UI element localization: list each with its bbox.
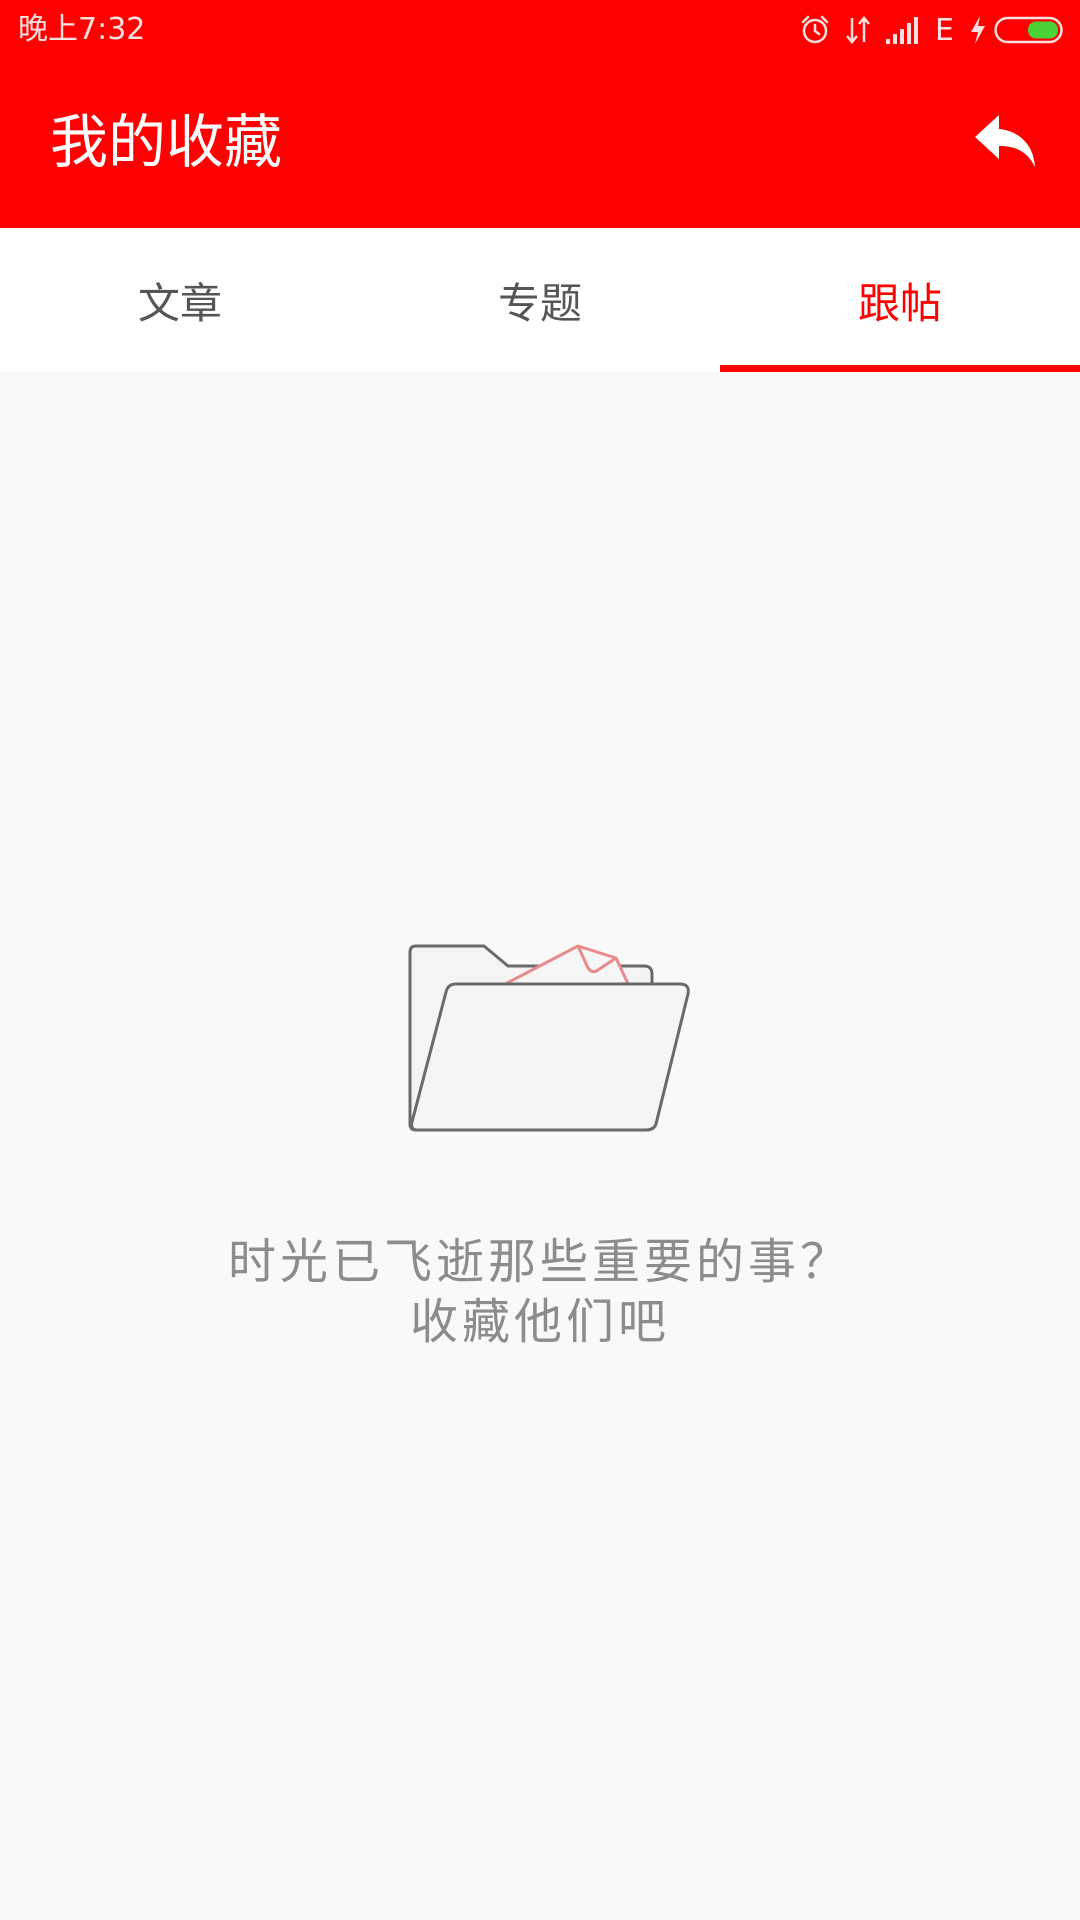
page-title: 我的收藏 <box>50 108 283 176</box>
tab-articles-label: 文章 <box>137 278 222 328</box>
tab-topics-label: 专题 <box>497 278 582 328</box>
data-transfer-icon <box>845 14 871 46</box>
tab-comments[interactable]: 跟帖 <box>720 228 1080 372</box>
toolbar: 我的收藏 <box>0 60 1080 228</box>
empty-message: 时光已飞逝那些重要的事？ 收藏他们吧 <box>0 1232 1080 1352</box>
battery-icon <box>994 15 1066 45</box>
active-tab-indicator <box>720 365 1080 372</box>
back-button[interactable] <box>968 106 1044 182</box>
alarm-icon <box>799 14 831 46</box>
tab-comments-label: 跟帖 <box>857 278 942 328</box>
empty-message-line2: 收藏他们吧 <box>409 1294 670 1350</box>
app-root: 晚上7:32 E 我的收藏 文章 专题 跟帖 时光已飞逝那些重要的事？ 收藏他们… <box>0 0 1080 1920</box>
tab-topics[interactable]: 专题 <box>360 228 720 372</box>
status-icons: E <box>785 10 1066 50</box>
tab-articles[interactable]: 文章 <box>0 228 360 372</box>
status-bar: 晚上7:32 E <box>0 0 1080 60</box>
empty-state: 时光已飞逝那些重要的事？ 收藏他们吧 <box>0 372 1080 1920</box>
network-type-label: E <box>935 12 954 48</box>
charging-icon <box>968 14 988 46</box>
status-time: 晚上7:32 <box>18 12 146 47</box>
empty-folder-icon <box>400 944 700 1144</box>
empty-message-line1: 时光已飞逝那些重要的事？ <box>227 1234 852 1290</box>
tab-bar: 文章 专题 跟帖 <box>0 228 1080 372</box>
reply-arrow-icon <box>973 113 1039 175</box>
signal-icon <box>885 15 921 45</box>
